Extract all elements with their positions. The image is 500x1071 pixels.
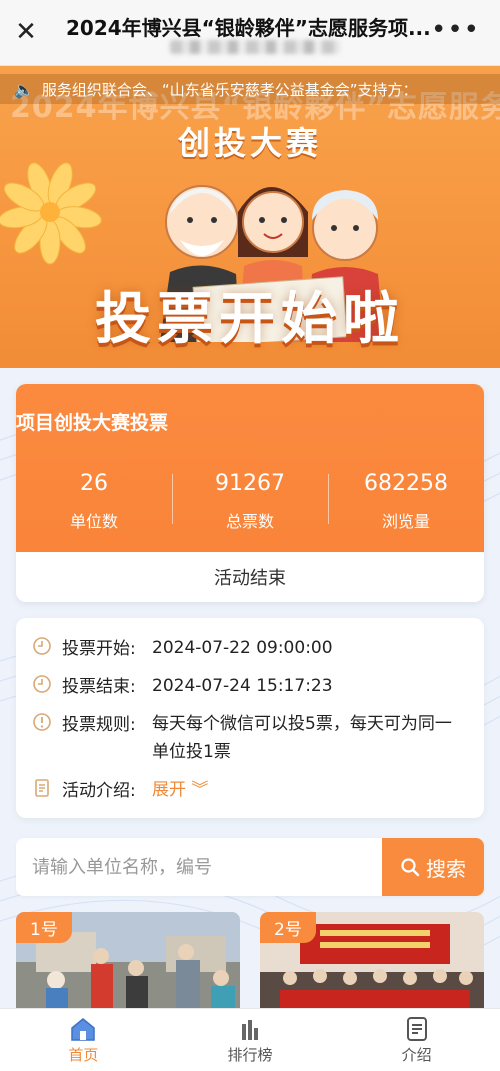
close-icon[interactable]: ✕	[14, 19, 38, 45]
notice-text: 服务组织联合会、“山东省乐安慈孝公益基金会”支持方：	[41, 80, 418, 99]
stats-card: 项目创投大赛投票 26 单位数 91267 总票数 682258 浏览量 活动结…	[16, 384, 484, 602]
unit-number-badge: 2号	[260, 912, 316, 943]
expand-intro-link[interactable]: 展开 ︾	[152, 776, 452, 804]
stats-row: 26 单位数 91267 总票数 682258 浏览量	[16, 470, 484, 532]
stats-title: 项目创投大赛投票	[16, 412, 169, 434]
notice-strip: 🔈 服务组织联合会、“山东省乐安慈孝公益基金会”支持方：	[0, 74, 500, 104]
vote-end-row: 投票结束: 2024-07-24 15:17:23	[32, 672, 452, 700]
blurred-subtitle	[170, 40, 340, 54]
info-label: 投票开始:	[62, 639, 136, 659]
banner-main-title: 投票开始啦	[95, 287, 405, 352]
ranking-icon	[242, 1019, 258, 1040]
search-button[interactable]: 搜索	[382, 838, 484, 896]
tab-label: 首页	[68, 1045, 99, 1064]
more-icon[interactable]: •••	[431, 17, 480, 43]
stat-value: 26	[80, 471, 108, 496]
info-circle-icon	[33, 713, 51, 731]
tab-intro[interactable]: 介绍	[333, 1009, 500, 1071]
vote-rule-row: 投票规则: 每天每个微信可以投5票，每天可为同一单位投1票	[32, 710, 452, 766]
stat-value: 91267	[215, 471, 285, 496]
unit-cards: 1号 2号	[16, 912, 484, 1010]
tab-label: 介绍	[401, 1045, 432, 1064]
info-value: 2024-07-24 15:17:23	[152, 676, 333, 696]
stat-total-votes: 91267 总票数	[172, 470, 328, 532]
activity-status: 活动结束	[214, 568, 286, 589]
search-bar: 搜索	[16, 838, 484, 896]
tab-label: 排行榜	[227, 1045, 273, 1064]
unit-card[interactable]: 2号	[260, 912, 484, 1010]
stat-label: 总票数	[225, 512, 274, 531]
clock-icon	[33, 675, 51, 693]
chevron-down-icon: ︾	[191, 780, 209, 800]
clock-icon	[33, 637, 51, 655]
document-icon	[35, 779, 49, 797]
info-label: 活动介绍:	[62, 781, 136, 801]
stat-label: 单位数	[69, 512, 118, 531]
intro-icon	[406, 1016, 427, 1041]
expand-text: 展开	[152, 780, 186, 800]
unit-number-badge: 1号	[16, 912, 72, 943]
stat-views: 682258 浏览量	[328, 470, 484, 532]
speaker-icon: 🔈	[14, 79, 34, 99]
search-icon	[401, 858, 420, 877]
hero-banner: 2024年博兴县“银龄夥伴”志愿服务项目 🔈 服务组织联合会、“山东省乐安慈孝公…	[0, 66, 500, 368]
search-input[interactable]	[16, 838, 382, 896]
info-value: 每天每个微信可以投5票，每天可为同一单位投1票	[152, 714, 452, 762]
flower-illustration	[0, 162, 102, 265]
info-card: 投票开始: 2024-07-22 09:00:00 投票结束: 2024-07-…	[16, 618, 484, 818]
home-icon	[71, 1017, 96, 1041]
stat-unit-count: 26 单位数	[16, 470, 172, 532]
vote-start-row: 投票开始: 2024-07-22 09:00:00	[32, 634, 452, 662]
info-label: 投票规则:	[62, 715, 136, 735]
page-title: 2024年博兴县“银龄夥伴”志愿服务项...	[66, 16, 431, 40]
tab-ranking[interactable]: 排行榜	[167, 1009, 334, 1071]
stat-value: 682258	[364, 471, 448, 496]
top-bar: ✕ 2024年博兴县“银龄夥伴”志愿服务项... •••	[0, 0, 500, 66]
unit-card[interactable]: 1号	[16, 912, 240, 1010]
stats-header: 项目创投大赛投票 26 单位数 91267 总票数 682258 浏览量	[16, 384, 484, 552]
stat-label: 浏览量	[381, 512, 430, 531]
banner-subtitle: 创投大赛	[177, 124, 322, 162]
intro-row: 活动介绍: 展开 ︾	[32, 776, 452, 804]
info-value: 2024-07-22 09:00:00	[152, 638, 333, 658]
search-button-label: 搜索	[426, 856, 466, 881]
info-label: 投票结束:	[62, 677, 136, 697]
tab-home[interactable]: 首页	[0, 1009, 167, 1071]
bottom-tab-bar: 首页 排行榜 介绍	[0, 1008, 500, 1071]
